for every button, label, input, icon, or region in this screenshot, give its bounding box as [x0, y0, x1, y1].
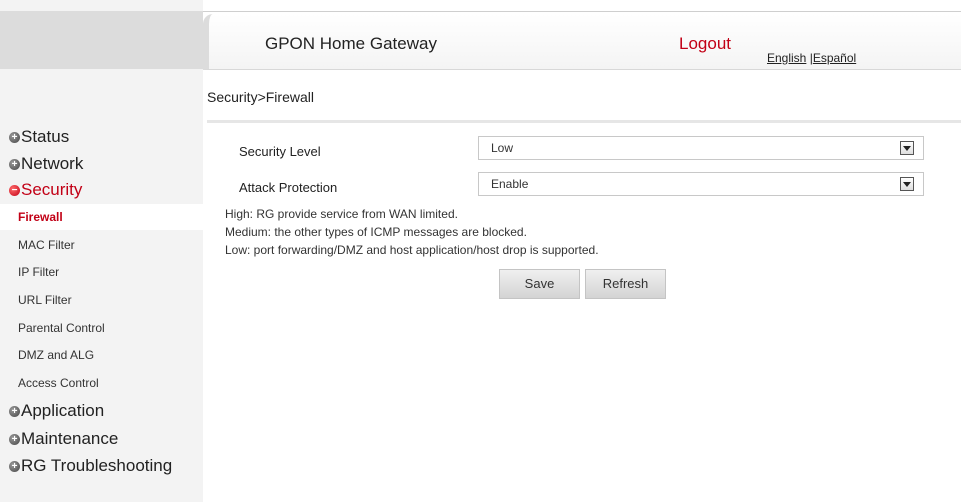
- expand-plus-icon: +: [9, 460, 20, 472]
- sidebar-subitem-url-filter[interactable]: URL Filter: [18, 293, 72, 307]
- chevron-down-icon: [900, 177, 914, 191]
- sidebar-item-label: Network: [21, 154, 84, 173]
- sidebar-subitem-parental-control[interactable]: Parental Control: [18, 321, 105, 335]
- sidebar-subitem-dmz-alg[interactable]: DMZ and ALG: [18, 348, 94, 362]
- language-switcher: English |Español: [767, 51, 856, 65]
- sidebar-item-network[interactable]: + Network: [9, 154, 83, 174]
- expand-plus-icon: +: [9, 131, 20, 143]
- logout-link[interactable]: Logout: [679, 34, 731, 54]
- security-level-value: Low: [491, 141, 514, 155]
- sidebar-item-maintenance[interactable]: + Maintenance: [9, 429, 118, 449]
- logo-area: [0, 11, 203, 69]
- note-medium: Medium: the other types of ICMP messages…: [225, 225, 527, 239]
- sidebar-item-status[interactable]: + Status: [9, 127, 69, 147]
- save-button[interactable]: Save: [499, 269, 580, 299]
- sidebar-item-security[interactable]: − Security: [9, 180, 82, 200]
- sidebar-subitem-access-control[interactable]: Access Control: [18, 376, 99, 390]
- expand-plus-icon: +: [9, 433, 20, 445]
- sidebar-item-rg-troubleshooting[interactable]: + RG Troubleshooting: [9, 456, 172, 476]
- note-high: High: RG provide service from WAN limite…: [225, 207, 458, 221]
- sidebar-item-label: Security: [21, 180, 83, 199]
- attack-protection-value: Enable: [491, 177, 529, 191]
- note-low: Low: port forwarding/DMZ and host applic…: [225, 243, 599, 257]
- attack-protection-label: Attack Protection: [239, 180, 338, 195]
- security-level-label: Security Level: [239, 144, 321, 159]
- sidebar-subitem-ip-filter[interactable]: IP Filter: [18, 265, 59, 279]
- breadcrumb: Security>Firewall: [207, 89, 314, 105]
- content-divider: [207, 120, 961, 123]
- collapse-minus-icon: −: [9, 184, 20, 196]
- refresh-button[interactable]: Refresh: [585, 269, 666, 299]
- sidebar-item-label: Status: [21, 127, 70, 146]
- sidebar-item-application[interactable]: + Application: [9, 401, 104, 421]
- sidebar-item-label: Maintenance: [21, 429, 119, 448]
- attack-protection-select[interactable]: Enable: [478, 172, 924, 196]
- sidebar-item-label: RG Troubleshooting: [21, 456, 173, 475]
- security-level-select[interactable]: Low: [478, 136, 924, 160]
- top-divider: [203, 11, 961, 12]
- lang-english-link[interactable]: English: [767, 51, 806, 65]
- expand-plus-icon: +: [9, 405, 20, 417]
- lang-spanish-link[interactable]: Español: [813, 51, 856, 65]
- chevron-down-icon: [900, 141, 914, 155]
- sidebar-item-label: Application: [21, 401, 105, 420]
- expand-plus-icon: +: [9, 158, 20, 170]
- sidebar-subitem-firewall[interactable]: Firewall: [18, 210, 63, 224]
- page-brand-title: GPON Home Gateway: [265, 34, 437, 53]
- sidebar-subitem-mac-filter[interactable]: MAC Filter: [18, 238, 75, 252]
